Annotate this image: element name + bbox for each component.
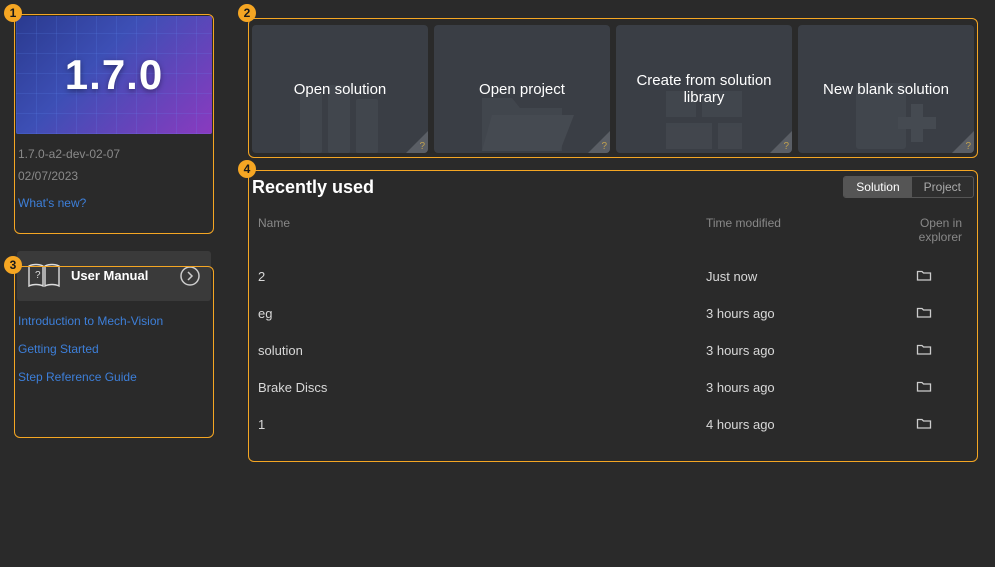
open-in-explorer-icon[interactable] [916,379,932,393]
new-blank-solution-label: New blank solution [807,81,965,98]
tab-solution[interactable]: Solution [844,177,911,197]
link-intro-mech-vision[interactable]: Introduction to Mech-Vision [18,314,210,328]
actions-row: Open solution ? Open project ? Create fr… [252,25,974,153]
col-header-time: Time modified [706,216,874,244]
help-icon[interactable]: ? [783,141,789,152]
link-getting-started[interactable]: Getting Started [18,342,210,356]
row-name: solution [258,343,706,358]
row-time: 4 hours ago [706,417,874,432]
open-project-card[interactable]: Open project ? [434,25,610,153]
recent-column-headers: Name Time modified Open in explorer [252,208,974,258]
version-date: 02/07/2023 [18,166,210,188]
recently-used-panel: Recently used Solution Project Name Time… [252,176,974,443]
table-row[interactable]: 2Just now [252,258,974,295]
row-time: 3 hours ago [706,306,874,321]
version-build: 1.7.0-a2-dev-02-07 [18,144,210,166]
open-project-label: Open project [463,81,581,98]
version-hero: 1.7.0 [16,16,212,134]
tab-project[interactable]: Project [912,177,973,197]
row-time: 3 hours ago [706,343,874,358]
manual-card: ? User Manual Introduction to Mech-Visio… [14,251,214,402]
link-step-reference[interactable]: Step Reference Guide [18,370,210,384]
chevron-right-circle-icon [179,265,201,287]
table-row[interactable]: solution3 hours ago [252,332,974,369]
user-manual-label: User Manual [71,268,169,283]
book-icon: ? [27,263,61,289]
row-name: 2 [258,269,706,284]
version-card: 1.7.0 1.7.0-a2-dev-02-07 02/07/2023 What… [14,16,214,219]
user-manual-button[interactable]: ? User Manual [17,251,211,301]
table-row[interactable]: eg3 hours ago [252,295,974,332]
open-in-explorer-icon[interactable] [916,305,932,319]
row-name: Brake Discs [258,380,706,395]
open-solution-label: Open solution [278,81,403,98]
row-time: Just now [706,269,874,284]
help-icon[interactable]: ? [601,141,607,152]
svg-text:?: ? [35,270,41,281]
create-from-library-card[interactable]: Create from solution library ? [616,25,792,153]
row-name: 1 [258,417,706,432]
whats-new-link[interactable]: What's new? [18,196,86,210]
table-row[interactable]: 14 hours ago [252,406,974,443]
help-icon[interactable]: ? [965,141,971,152]
annotation-badge-3: 3 [4,256,22,274]
row-time: 3 hours ago [706,380,874,395]
col-header-open: Open in explorer [874,216,968,244]
open-solution-card[interactable]: Open solution ? [252,25,428,153]
create-from-library-label: Create from solution library [616,72,792,106]
open-in-explorer-icon[interactable] [916,268,932,282]
recent-type-toggle: Solution Project [843,176,974,198]
annotation-badge-2: 2 [238,4,256,22]
recently-used-title: Recently used [252,177,843,198]
help-icon[interactable]: ? [419,141,425,152]
col-header-name: Name [258,216,706,244]
open-in-explorer-icon[interactable] [916,342,932,356]
annotation-badge-4: 4 [238,160,256,178]
open-in-explorer-icon[interactable] [916,416,932,430]
version-number: 1.7.0 [65,51,163,99]
annotation-badge-1: 1 [4,4,22,22]
table-row[interactable]: Brake Discs3 hours ago [252,369,974,406]
row-name: eg [258,306,706,321]
new-blank-solution-card[interactable]: New blank solution ? [798,25,974,153]
